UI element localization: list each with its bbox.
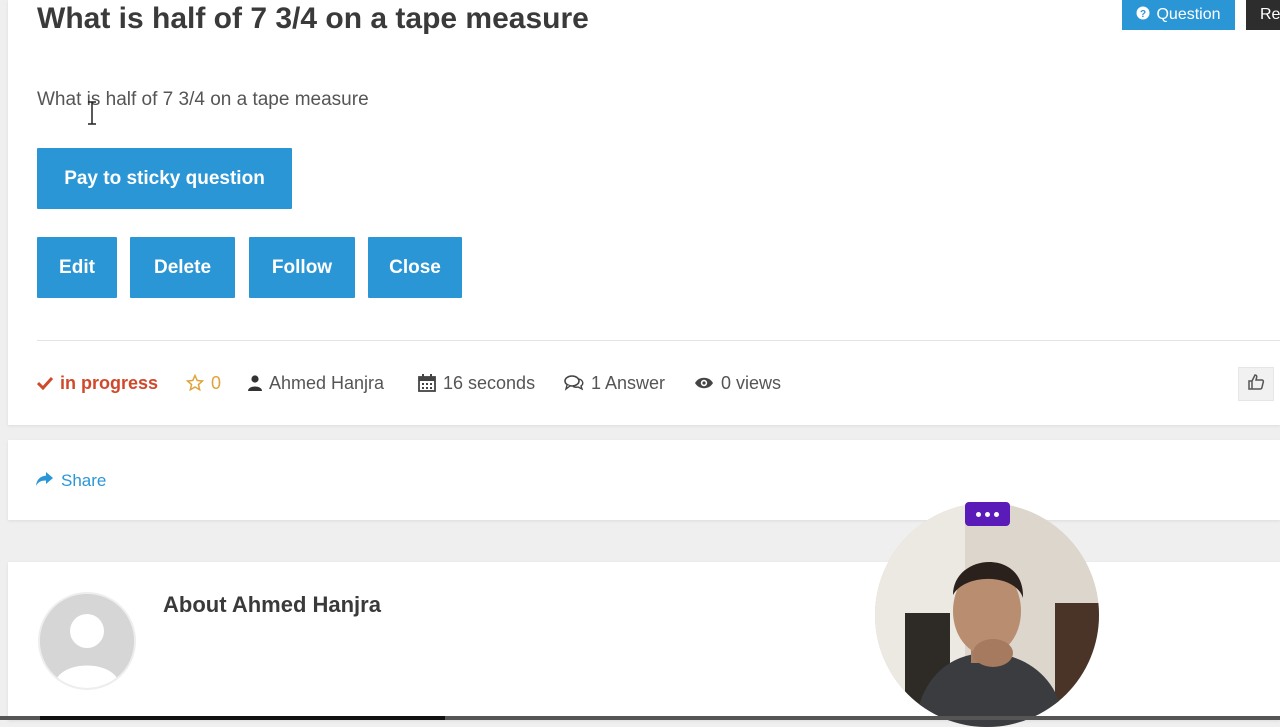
about-title: About Ahmed Hanjra xyxy=(163,592,381,617)
vote-up-button[interactable] xyxy=(1238,367,1274,401)
question-circle-icon: ? xyxy=(1136,6,1150,25)
delete-button[interactable]: Delete xyxy=(130,237,235,298)
share-card: Share xyxy=(8,440,1280,520)
question-badge-label: Question xyxy=(1156,6,1221,23)
question-title: What is half of 7 3/4 on a tape measure xyxy=(37,2,589,35)
dot-icon xyxy=(985,511,990,517)
webcam-overlay xyxy=(875,503,1099,727)
dot-icon xyxy=(976,511,981,517)
svg-text:?: ? xyxy=(1140,9,1146,20)
share-label: Share xyxy=(61,471,107,490)
favorites-value: 0 xyxy=(211,372,222,393)
question-date: 16 seconds xyxy=(418,370,535,396)
question-badge[interactable]: ? Question xyxy=(1122,0,1235,30)
webcam-person-image xyxy=(875,503,1099,727)
calendar-icon xyxy=(418,374,436,392)
dot-icon xyxy=(994,511,999,517)
date-value: 16 seconds xyxy=(443,372,536,393)
question-answers[interactable]: 1 Answer xyxy=(564,370,665,396)
default-avatar-icon xyxy=(40,594,134,688)
avatar[interactable] xyxy=(38,592,136,690)
question-status: in progress xyxy=(37,370,158,396)
share-button[interactable]: Share xyxy=(36,470,106,492)
status-label: in progress xyxy=(60,372,159,393)
meta-divider xyxy=(37,340,1280,341)
question-views: 0 views xyxy=(694,370,781,396)
eye-icon xyxy=(694,376,714,390)
answers-value: 1 Answer xyxy=(591,372,666,393)
comments-icon xyxy=(564,374,584,392)
views-value: 0 views xyxy=(721,372,782,393)
check-icon xyxy=(37,376,53,390)
edit-button[interactable]: Edit xyxy=(37,237,117,298)
favorites-count[interactable]: 0 xyxy=(186,370,221,396)
star-icon xyxy=(186,374,204,392)
webcam-menu-button[interactable] xyxy=(965,502,1010,526)
report-badge-label: Re xyxy=(1260,6,1280,23)
report-badge[interactable]: Re xyxy=(1246,0,1280,30)
text-cursor-icon xyxy=(87,101,97,125)
close-button[interactable]: Close xyxy=(368,237,462,298)
question-card: What is half of 7 3/4 on a tape measure … xyxy=(8,0,1280,425)
share-arrow-icon xyxy=(36,471,53,491)
pay-to-sticky-button[interactable]: Pay to sticky question xyxy=(37,148,292,209)
follow-button[interactable]: Follow xyxy=(249,237,355,298)
video-progress-fill xyxy=(40,716,445,720)
thumbs-up-icon xyxy=(1247,373,1265,396)
user-icon xyxy=(248,375,262,391)
question-author[interactable]: Ahmed Hanjra xyxy=(248,370,384,396)
author-name: Ahmed Hanjra xyxy=(269,372,385,393)
